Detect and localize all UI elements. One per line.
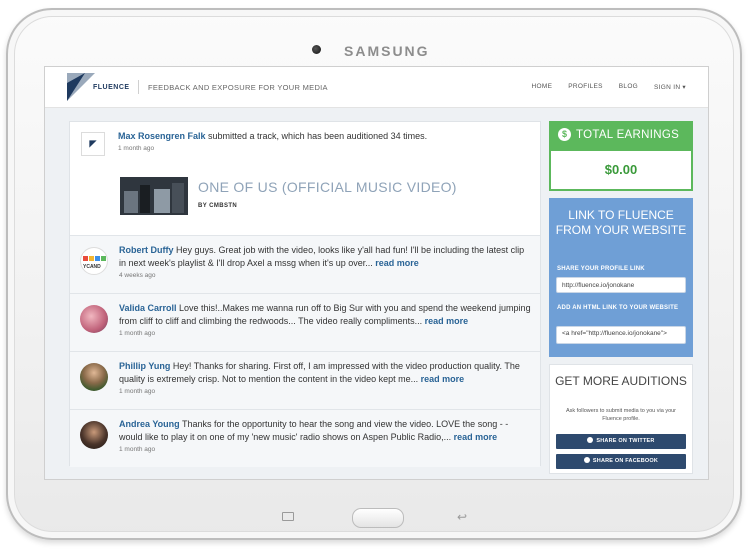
earnings-label: TOTAL EARNINGS — [576, 129, 680, 141]
earnings-value: $0.00 — [549, 149, 693, 191]
activity-feed: Max Rosengren Falk submitted a track, wh… — [69, 121, 541, 467]
avatar[interactable] — [80, 363, 108, 391]
comment-author-link[interactable]: Andrea Young — [119, 419, 180, 429]
screen: FLUENCE FEEDBACK AND EXPOSURE FOR YOUR M… — [44, 66, 709, 480]
video-artist: BY CMBSTN — [198, 203, 238, 209]
comment-author-link[interactable]: Valida Carroll — [119, 303, 177, 313]
post-author-link[interactable]: Max Rosengren Falk — [118, 131, 206, 141]
profile-link-label: SHARE YOUR PROFILE LINK — [557, 266, 645, 272]
html-link-field[interactable]: <a href="http://fluence.io/jonokane"> — [556, 326, 686, 344]
comment-time: 1 month ago — [119, 388, 156, 395]
share-twitter-button[interactable]: SHARE ON TWITTER — [556, 434, 686, 449]
home-button[interactable] — [352, 508, 404, 528]
post-time: 1 month ago — [118, 145, 155, 152]
share-facebook-button[interactable]: SHARE ON FACEBOOK — [556, 454, 686, 469]
read-more-link[interactable]: read more — [375, 258, 419, 268]
recent-apps-icon[interactable] — [282, 512, 294, 521]
device-brand: SAMSUNG — [344, 43, 430, 59]
share-twitter-label: SHARE ON TWITTER — [596, 438, 655, 444]
nav-profiles[interactable]: PROFILES — [568, 83, 603, 91]
comment-time: 1 month ago — [119, 330, 156, 337]
comment-text: Phillip Yung Hey! Thanks for sharing. Fi… — [119, 360, 531, 386]
nav-home[interactable]: HOME — [532, 83, 553, 91]
link-panel-title: LINK TO FLUENCE FROM YOUR WEBSITE — [555, 208, 687, 237]
auditions-title: GET MORE AUDITIONS — [555, 374, 687, 388]
profile-link-field[interactable]: http://fluence.io/jonokane — [556, 277, 686, 293]
nav-blog[interactable]: BLOG — [619, 83, 638, 91]
twitter-icon — [587, 437, 594, 443]
post-headline: Max Rosengren Falk submitted a track, wh… — [118, 131, 427, 141]
comment-time: 4 weeks ago — [119, 272, 156, 279]
avatar[interactable] — [80, 421, 108, 449]
fluence-logo-icon — [67, 73, 95, 101]
comment-author-link[interactable]: Robert Duffy — [119, 245, 174, 255]
post-card: Max Rosengren Falk submitted a track, wh… — [70, 122, 540, 235]
comment-item: Valida Carroll Love this!..Makes me wann… — [70, 293, 540, 351]
comment-text: Robert Duffy Hey guys. Great job with th… — [119, 244, 531, 270]
post-logo-icon — [81, 132, 105, 156]
comment-item: YCAND Robert Duffy Hey guys. Great job w… — [70, 235, 540, 293]
read-more-link[interactable]: read more — [454, 432, 498, 442]
comment-item: Phillip Yung Hey! Thanks for sharing. Fi… — [70, 351, 540, 409]
logo-text[interactable]: FLUENCE — [93, 84, 130, 91]
link-panel: LINK TO FLUENCE FROM YOUR WEBSITE SHARE … — [549, 198, 693, 357]
avatar[interactable]: YCAND — [80, 247, 108, 275]
comment-text: Valida Carroll Love this!..Makes me wann… — [119, 302, 531, 328]
post-text: submitted a track, which has been auditi… — [205, 131, 428, 141]
share-facebook-label: SHARE ON FACEBOOK — [592, 458, 659, 464]
auditions-description: Ask followers to submit media to you via… — [565, 408, 677, 422]
site-header: FLUENCE FEEDBACK AND EXPOSURE FOR YOUR M… — [45, 67, 708, 108]
comment-time: 1 month ago — [119, 446, 156, 453]
comment-item: Andrea Young Thanks for the opportunity … — [70, 409, 540, 467]
video-thumbnail-image — [120, 177, 188, 215]
avatar[interactable] — [80, 305, 108, 333]
video-title[interactable]: ONE OF US (OFFICIAL MUSIC VIDEO) — [198, 179, 457, 195]
html-link-label: ADD AN HTML LINK TO YOUR WEBSITE — [557, 305, 679, 311]
comment-author-link[interactable]: Phillip Yung — [119, 361, 170, 371]
comment-text: Andrea Young Thanks for the opportunity … — [119, 418, 531, 444]
dollar-icon: $ — [558, 128, 571, 141]
earnings-header: $ TOTAL EARNINGS — [549, 121, 693, 149]
auditions-panel: GET MORE AUDITIONS Ask followers to subm… — [549, 364, 693, 474]
comment-body: Love this!..Makes me wanna run off to Bi… — [119, 303, 531, 326]
read-more-link[interactable]: read more — [425, 316, 469, 326]
nav-sign-in[interactable]: SIGN IN ▾ — [654, 83, 686, 91]
main-nav: HOME PROFILES BLOG SIGN IN ▾ — [532, 83, 687, 91]
tagline: FEEDBACK AND EXPOSURE FOR YOUR MEDIA — [148, 83, 328, 92]
avatar-text: YCAND — [83, 264, 101, 270]
video-thumbnail[interactable] — [120, 177, 188, 215]
facebook-icon — [583, 457, 590, 463]
back-icon[interactable]: ↩ — [457, 510, 467, 524]
read-more-link[interactable]: read more — [421, 374, 465, 384]
header-divider — [138, 80, 139, 94]
tablet-frame: SAMSUNG FLUENCE FEEDBACK AND EXPOSURE FO… — [6, 8, 742, 540]
camera-icon — [312, 45, 321, 54]
comment-body: Hey guys. Great job with the video, look… — [119, 245, 525, 268]
